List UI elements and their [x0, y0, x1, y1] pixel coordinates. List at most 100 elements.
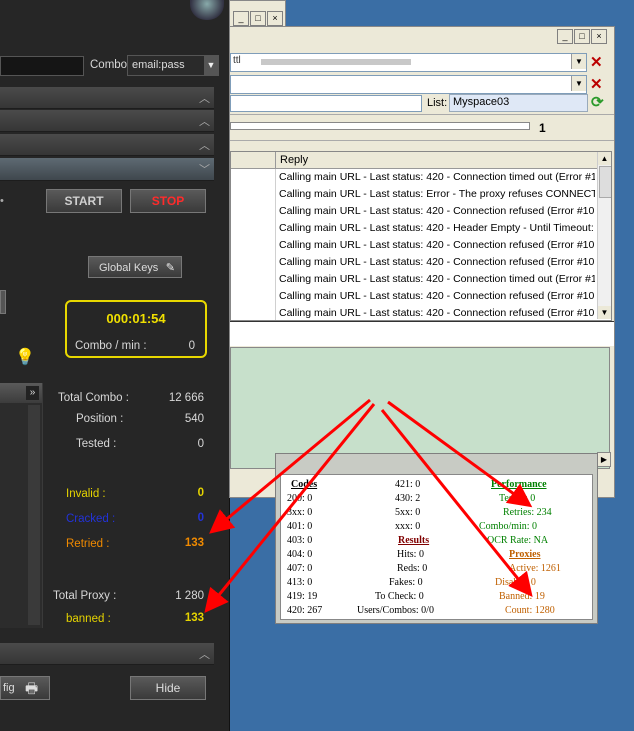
- scroll-down-icon[interactable]: ▼: [598, 306, 611, 319]
- config-label: fig: [3, 682, 15, 694]
- perf-retries: Retries: 234: [503, 507, 552, 518]
- input-field[interactable]: [230, 95, 422, 112]
- reply-column-header[interactable]: Reply: [280, 154, 308, 166]
- section-band-3[interactable]: ︿: [0, 134, 214, 156]
- refresh-icon[interactable]: ⟳: [591, 93, 604, 111]
- reply-grid[interactable]: Reply Calling main URL - Last status: 42…: [230, 151, 612, 321]
- banned-label: banned :: [66, 613, 111, 625]
- combo-label: Combo: [90, 59, 128, 71]
- remove-x-icon[interactable]: ✕: [590, 53, 603, 71]
- banned-value: 133: [184, 612, 204, 624]
- chevron-down-icon[interactable]: ▼: [571, 76, 586, 91]
- tested-label: Tested :: [76, 438, 117, 450]
- global-keys-button[interactable]: Global Keys ✎: [88, 256, 182, 278]
- table-row[interactable]: Calling main URL - Last status: Error - …: [231, 186, 597, 204]
- section-band-1[interactable]: ︿: [0, 87, 214, 109]
- url-combobox[interactable]: ttl ▼: [230, 53, 587, 72]
- combo-per-min-value: 0: [188, 340, 195, 352]
- results-reds: Reds: 0: [397, 563, 428, 574]
- table-row[interactable]: Calling main URL - Last status: 420 - He…: [231, 220, 597, 238]
- section-band-active[interactable]: ﹀: [0, 158, 214, 181]
- chevron-up-icon[interactable]: ︿: [199, 90, 210, 106]
- code-200: 200: 0: [287, 493, 313, 504]
- combo-list[interactable]: »: [0, 383, 43, 628]
- combo-format-value: email:pass: [132, 59, 185, 71]
- eraser-icon: ✎: [165, 262, 175, 274]
- second-combobox[interactable]: ▼: [230, 75, 587, 94]
- results-fakes: Fakes: 0: [389, 577, 423, 588]
- total-combo-label: Total Combo :: [58, 392, 129, 404]
- section-band-bottom[interactable]: ︿: [0, 643, 214, 665]
- scroll-up-icon[interactable]: ▲: [598, 152, 611, 165]
- row-cell-blank: [231, 271, 276, 288]
- minimize-button[interactable]: _: [557, 29, 573, 44]
- chevron-down-icon[interactable]: ﹀: [199, 161, 210, 177]
- remove-x-icon[interactable]: ✕: [590, 75, 603, 93]
- maximize-button[interactable]: □: [574, 29, 590, 44]
- minimize-button[interactable]: _: [233, 11, 249, 26]
- double-chevron-down-icon[interactable]: »: [26, 386, 39, 400]
- chevron-down-icon[interactable]: ▼: [204, 56, 218, 75]
- scroll-right-icon[interactable]: ▶: [597, 452, 611, 467]
- proxies-count: Count: 1280: [505, 605, 555, 616]
- scroll-thumb[interactable]: [599, 166, 611, 198]
- codes-header: Codes: [291, 479, 318, 490]
- list-scrollbar[interactable]: [28, 405, 40, 625]
- code-3xx: 3xx: 0: [287, 507, 313, 518]
- chevron-down-icon[interactable]: ▼: [571, 54, 586, 69]
- results-header: Results: [398, 535, 430, 546]
- table-row[interactable]: Calling main URL - Last status: 420 - Co…: [231, 203, 597, 221]
- table-row[interactable]: Calling main URL - Last status: 420 - Co…: [231, 254, 597, 272]
- reply-cell: Calling main URL - Last status: Error - …: [279, 188, 595, 200]
- chevron-up-icon[interactable]: ︿: [199, 646, 210, 662]
- list-select[interactable]: Myspace03: [449, 94, 588, 112]
- table-row[interactable]: Calling main URL - Last status: 420 - Co…: [231, 169, 597, 187]
- grid-rows: Calling main URL - Last status: 420 - Co…: [231, 169, 597, 320]
- stop-button[interactable]: STOP: [130, 189, 206, 213]
- config-button[interactable]: fig 🖶: [0, 676, 50, 700]
- global-keys-label: Global Keys: [99, 262, 159, 274]
- grid-header: Reply: [231, 152, 597, 169]
- grid-scrollbar[interactable]: ▲ ▼: [597, 152, 611, 319]
- results-users-combos: Users/Combos: 0/0: [357, 605, 434, 616]
- row-cell-blank: [231, 288, 276, 305]
- total-proxy-label: Total Proxy :: [53, 590, 117, 602]
- code-404: 404: 0: [287, 549, 313, 560]
- table-row[interactable]: Calling main URL - Last status: 420 - Co…: [231, 288, 597, 306]
- chevron-up-icon[interactable]: ︿: [199, 137, 210, 153]
- proxies-banned: Banned: 19: [499, 591, 545, 602]
- cracked-value: 0: [197, 512, 204, 524]
- retried-label: Retried :: [66, 538, 110, 550]
- maximize-button[interactable]: □: [250, 11, 266, 26]
- code-403: 403: 0: [287, 535, 313, 546]
- row-cell-blank: [231, 254, 276, 271]
- url-blurred-text: [261, 59, 411, 65]
- printer-icon: 🖶: [25, 680, 39, 696]
- hide-button[interactable]: Hide: [130, 676, 206, 700]
- top-window-titlebar: _ □ ×: [229, 0, 286, 28]
- reply-cell: Calling main URL - Last status: 420 - He…: [279, 222, 595, 234]
- chevron-up-icon[interactable]: ︿: [199, 113, 210, 129]
- perf-tested: Tested: 0: [499, 493, 536, 504]
- proxies-active: Active: 1261: [509, 563, 561, 574]
- combo-per-min-label: Combo / min :: [75, 340, 147, 352]
- row-cell-blank: [231, 237, 276, 254]
- total-proxy-value: 1 280: [175, 590, 204, 602]
- section-band-2[interactable]: ︿: [0, 110, 214, 132]
- retried-value: 133: [184, 537, 204, 549]
- table-row[interactable]: Calling main URL - Last status: 420 - Co…: [231, 305, 597, 320]
- lightbulb-icon[interactable]: 💡: [15, 347, 35, 367]
- cracked-label: Cracked :: [66, 513, 116, 525]
- combo-file-input[interactable]: [0, 56, 84, 76]
- close-button[interactable]: ×: [591, 29, 607, 44]
- start-button[interactable]: START: [46, 189, 122, 213]
- close-button[interactable]: ×: [267, 11, 283, 26]
- table-row[interactable]: Calling main URL - Last status: 420 - Co…: [231, 271, 597, 289]
- results-hits: Hits: 0: [397, 549, 424, 560]
- stats-panel: Codes 200: 0 3xx: 0 401: 0 403: 0 404: 0…: [280, 474, 593, 620]
- code-420: 420: 267: [287, 605, 323, 616]
- reply-cell: Calling main URL - Last status: 420 - Co…: [279, 205, 595, 217]
- combo-format-select[interactable]: email:pass ▼: [127, 55, 219, 76]
- row-cell-blank: [231, 305, 276, 320]
- table-row[interactable]: Calling main URL - Last status: 420 - Co…: [231, 237, 597, 255]
